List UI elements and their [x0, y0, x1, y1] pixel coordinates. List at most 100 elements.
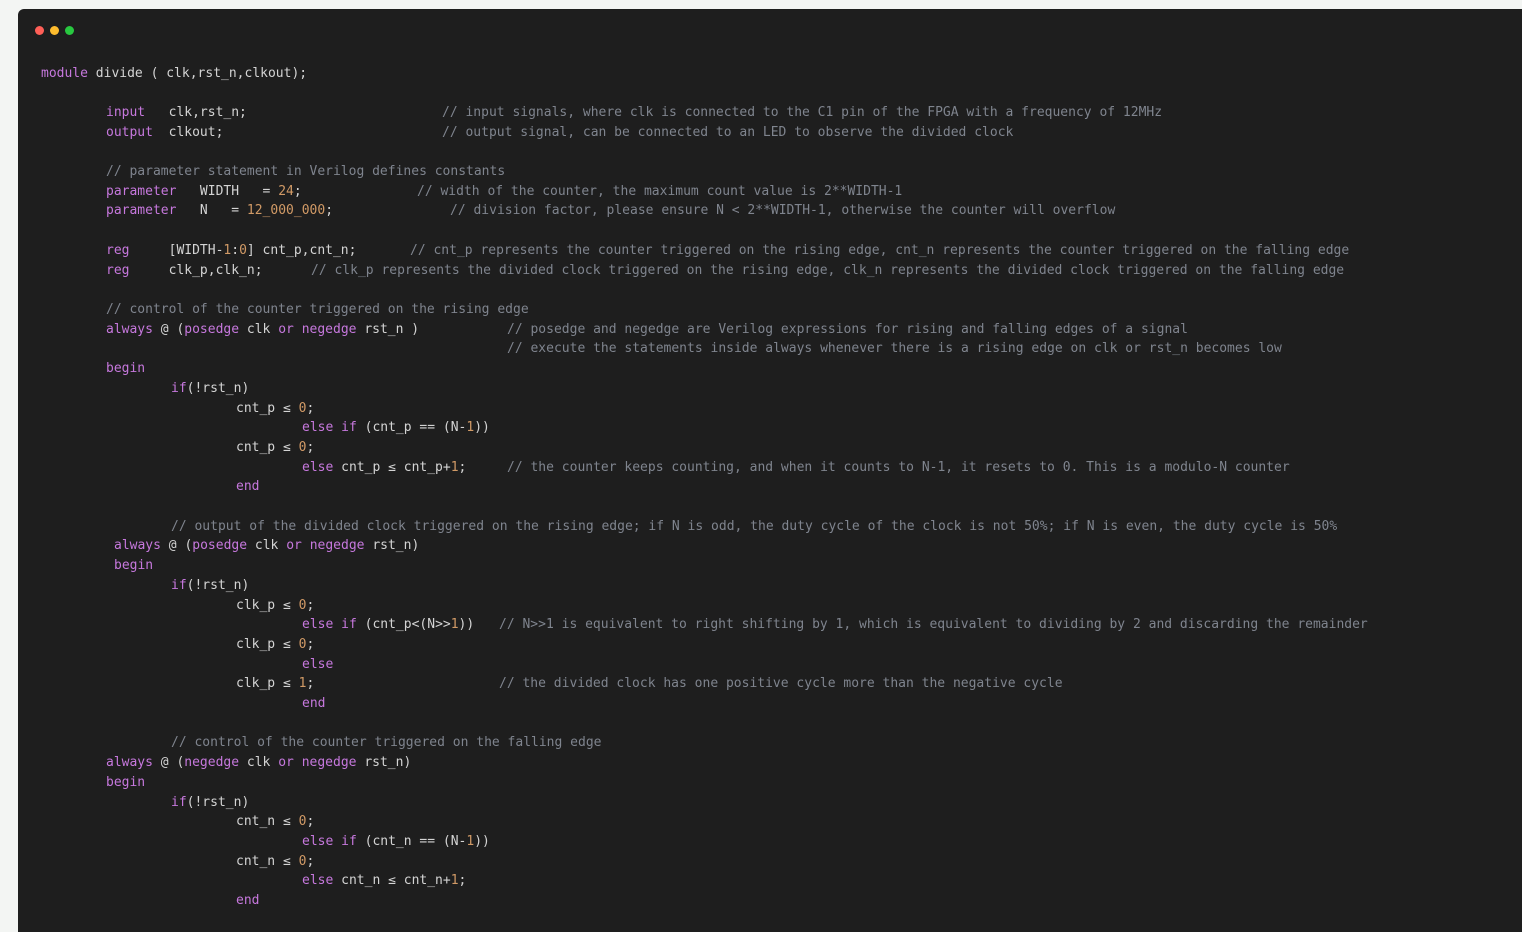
code-token: clk	[239, 322, 279, 337]
code-token: ;	[325, 203, 334, 218]
code-keyword: else if	[302, 834, 357, 849]
code-comment: // output signal, can be connected to an…	[442, 125, 1014, 140]
code-line: begin	[106, 361, 145, 377]
code-line: else cnt_n ≤ cnt_n+1;	[302, 873, 466, 889]
code-token: :	[231, 243, 240, 258]
close-button[interactable]	[35, 26, 44, 35]
code-token: @ (	[152, 322, 185, 337]
code-keyword: reg	[106, 243, 130, 258]
code-keyword: else if	[302, 617, 357, 632]
code-line: end	[302, 696, 325, 712]
code-keyword: if	[171, 381, 187, 396]
code-comment: // input signals, where clk is connected…	[442, 105, 1163, 120]
code-keyword: begin	[106, 361, 146, 376]
code-keyword: negedge	[184, 755, 240, 770]
code-line: else if (cnt_p<(N>>1)) // N>>1 is equival…	[302, 617, 1368, 633]
code-token: clk_p ≤	[236, 598, 299, 613]
code-token: @ (	[160, 538, 193, 553]
code-token: cnt_n ≤	[236, 814, 299, 829]
code-line: cnt_p ≤ 0;	[236, 401, 314, 417]
code-line: always @ (negedge clk or negedge rst_n)	[106, 755, 411, 771]
minimize-button[interactable]	[50, 26, 59, 35]
code-line: reg clk_p,clk_n; // clk_p represents the …	[106, 263, 1344, 279]
code-line: // control of the counter triggered on t…	[106, 302, 529, 318]
code-token: rst_n)	[364, 538, 420, 553]
code-token: @ (	[152, 755, 185, 770]
code-number: 1	[450, 617, 459, 632]
code-line: if(!rst_n)	[171, 795, 249, 811]
code-line: else if (cnt_p == (N-1))	[302, 420, 490, 436]
code-comment: // clk_p represents the divided clock tr…	[311, 263, 1345, 278]
code-line: else	[302, 657, 333, 673]
code-line: // output of the divided clock triggered…	[171, 519, 1337, 535]
code-token: ;	[306, 440, 315, 455]
code-keyword: negedge	[309, 538, 365, 553]
code-comment: // control of the counter triggered on t…	[171, 735, 602, 750]
code-keyword: always	[106, 322, 153, 337]
code-line: parameter N = 12_000_000; // division fac…	[106, 203, 1115, 219]
code-comment: // output of the divided clock triggered…	[171, 519, 1338, 534]
code-token: clk_p ≤	[236, 676, 299, 691]
code-comment: // the divided clock has one positive cy…	[499, 676, 1063, 691]
code-token: ;	[306, 814, 315, 829]
code-number: 24	[278, 184, 294, 199]
code-line: module divide ( clk,rst_n,clkout);	[41, 66, 307, 82]
code-line: else cnt_p ≤ cnt_p+1; // the counter keep…	[302, 460, 1290, 476]
code-comment: // the counter keeps counting, and when …	[507, 460, 1290, 475]
code-comment: // N>>1 is equivalent to right shifting …	[499, 617, 1368, 632]
code-keyword: or	[278, 755, 294, 770]
code-token: clk_p,clk_n;	[129, 263, 263, 278]
code-token: (cnt_n == (N-	[356, 834, 467, 849]
code-line: end	[236, 893, 259, 909]
code-token: ;	[306, 598, 315, 613]
code-keyword: else	[302, 657, 334, 672]
code-token: divide ( clk,rst_n,clkout);	[87, 66, 308, 81]
code-keyword: module	[41, 66, 88, 81]
code-keyword: parameter	[106, 184, 177, 199]
code-token: [WIDTH-	[129, 243, 224, 258]
code-keyword: or	[278, 322, 294, 337]
code-token: (!rst_n)	[186, 795, 250, 810]
code-token: cnt_p ≤	[236, 401, 299, 416]
code-token: ;	[306, 401, 315, 416]
code-line: clk_p ≤ 0;	[236, 598, 314, 614]
code-keyword: else if	[302, 420, 357, 435]
code-comment: // width of the counter, the maximum cou…	[417, 184, 903, 199]
maximize-button[interactable]	[65, 26, 74, 35]
code-keyword: always	[114, 538, 161, 553]
code-token: WIDTH =	[176, 184, 279, 199]
code-line: clk_p ≤ 0;	[236, 637, 314, 653]
code-comment: // control of the counter triggered on t…	[106, 302, 529, 317]
code-line: parameter WIDTH = 24; // width of the cou…	[106, 184, 902, 200]
code-number: 0	[239, 243, 247, 258]
code-line: end	[236, 479, 259, 495]
code-keyword: else	[302, 460, 334, 475]
code-line: output clkout; // output signal, can be c…	[106, 125, 1013, 141]
code-token: (cnt_p == (N-	[356, 420, 467, 435]
code-keyword: negedge	[301, 322, 357, 337]
code-keyword: posedge	[192, 538, 248, 553]
code-line: reg [WIDTH-1:0] cnt_p,cnt_n;// cnt_p rep…	[106, 243, 1349, 259]
code-token: cnt_n ≤	[236, 854, 299, 869]
code-token: (cnt_p<(N>>	[356, 617, 451, 632]
code-token: cnt_p ≤	[236, 440, 299, 455]
code-comment: // posedge and negedge are Verilog expre…	[507, 322, 1188, 337]
code-keyword: posedge	[184, 322, 240, 337]
code-line: input clk,rst_n; // input signals, where …	[106, 105, 1162, 121]
code-token: (!rst_n)	[186, 381, 250, 396]
code-token: clk	[247, 538, 287, 553]
code-line: if(!rst_n)	[171, 381, 249, 397]
code-number: 1	[450, 460, 459, 475]
code-line: cnt_n ≤ 0;	[236, 814, 314, 830]
code-line: begin	[114, 558, 153, 574]
code-keyword: output	[106, 125, 153, 140]
code-token: cnt_p ≤ cnt_p+	[333, 460, 451, 475]
code-keyword: always	[106, 755, 153, 770]
code-keyword: parameter	[106, 203, 177, 218]
code-line: always @ (posedge clk or negedge rst_n)	[114, 538, 419, 554]
code-token: ))	[458, 617, 475, 632]
code-token: ))	[474, 420, 490, 435]
code-token: clk_p ≤	[236, 637, 299, 652]
